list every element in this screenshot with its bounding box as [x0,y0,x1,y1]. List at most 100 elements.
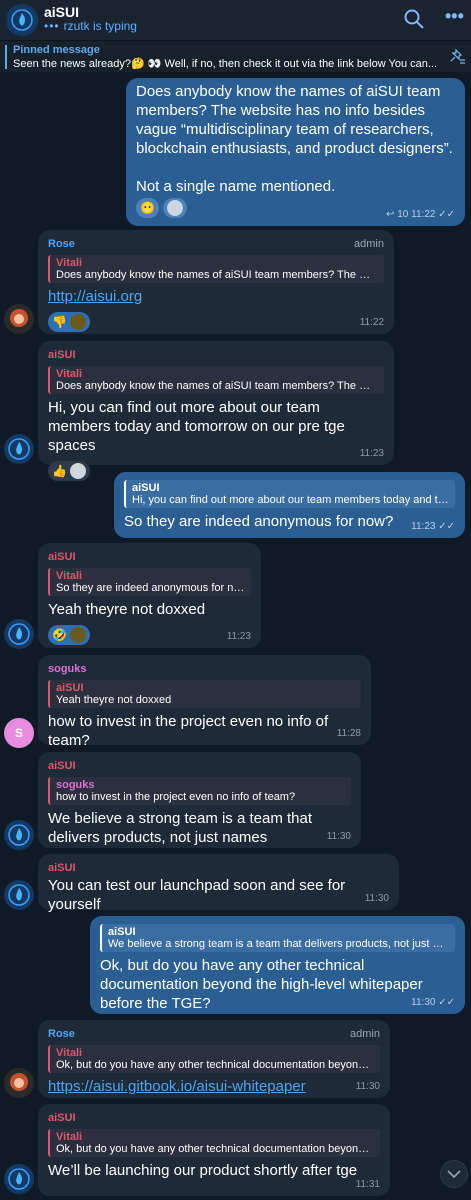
message-text: Hi, you can find out more about our team… [48,399,345,454]
typing-dots-icon: ••• [44,19,60,33]
reply-quote[interactable]: aiSUI We believe a strong team is a team… [100,924,455,952]
pinned-text: Seen the news already?🤔 👀 Well, if no, t… [13,58,438,70]
message-bubble-incoming[interactable]: aiSUI Vitali So they are indeed anonymou… [38,543,261,648]
sender-name[interactable]: aiSUI [48,349,384,361]
reply-text: Yeah theyre not doxxed [56,694,172,706]
message-meta: ↩ 10 11:22 ✓✓ [386,209,455,220]
message-link[interactable]: https://aisui.gitbook.io/aisui-whitepape… [48,1077,380,1096]
reply-author: aiSUI [132,482,160,494]
pinned-list-icon[interactable] [450,49,466,65]
scroll-to-bottom-button[interactable] [440,1160,468,1188]
message-bubble-incoming[interactable]: aiSUI soguks how to invest in the projec… [38,752,361,848]
avatar[interactable] [4,434,34,464]
rose-avatar-icon [10,309,28,327]
flame-logo-icon [8,623,30,645]
avatar[interactable] [4,1164,34,1194]
flame-logo-icon [8,1168,30,1190]
message-bubble-incoming[interactable]: aiSUI Vitali Does anybody know the names… [38,341,394,481]
read-checkmarks-icon: ✓✓ [438,521,455,532]
reaction-chip[interactable]: 😶 [136,198,159,218]
reply-quote[interactable]: Vitali Ok, but do you have any other tec… [48,1045,380,1073]
chevron-down-icon [447,1170,461,1179]
reply-text: Does anybody know the names of aiSUI tea… [56,269,378,281]
reply-author: soguks [56,779,95,791]
pinned-label: Pinned message [13,44,100,56]
reaction-chip[interactable]: 👍 [48,461,90,481]
reply-author: aiSUI [108,926,136,938]
read-checkmarks-icon: ✓✓ [438,209,455,220]
message-bubble-incoming[interactable]: Rose admin Vitali Does anybody know the … [38,230,394,334]
reply-author: Vitali [56,1047,83,1059]
reply-author: Vitali [56,570,83,582]
pinned-indicator [5,45,7,69]
message-bubble-outgoing[interactable]: Does anybody know the names of aiSUI tea… [126,78,465,226]
flame-logo-icon [8,884,30,906]
chat-title[interactable]: aiSUI [44,4,79,20]
reaction-chip[interactable] [162,198,187,218]
reaction-chip[interactable]: 🤣 [48,625,90,645]
message-meta: 11:23 ✓✓ [411,521,455,532]
reply-forward-icon: ↩ [386,209,395,220]
reply-quote[interactable]: soguks how to invest in the project even… [48,777,351,805]
reaction-chip[interactable]: 👎 [48,312,90,332]
message-text: Yeah theyre not doxxed [48,601,206,618]
reactor-avatar [69,627,86,643]
sender-name[interactable]: Rose [48,1028,380,1040]
reactions: 👎 [48,312,384,332]
message-bubble-incoming[interactable]: soguks aiSUI Yeah theyre not doxxed how … [38,655,371,749]
sender-name[interactable]: aiSUI [48,760,351,772]
avatar[interactable]: S [4,718,34,748]
message-time: 11:22 [359,317,384,328]
avatar[interactable] [4,820,34,850]
reply-author: Vitali [56,368,83,380]
reply-quote[interactable]: aiSUI Yeah theyre not doxxed [48,680,361,708]
reply-text: Does anybody know the names of aiSUI tea… [56,380,378,392]
sender-name[interactable]: soguks [48,663,361,675]
reply-author: aiSUI [56,682,84,694]
sender-name[interactable]: aiSUI [48,862,389,874]
message-link[interactable]: http://aisui.org [48,287,384,306]
message-bubble-incoming[interactable]: aiSUI Vitali Ok, but do you have any oth… [38,1104,390,1196]
message-text: So they are indeed anonymous for now? [124,513,394,530]
avatar[interactable] [4,619,34,649]
typing-status: ••• rzutk is typing [44,19,137,33]
avatar[interactable] [4,880,34,910]
message-text: Ok, but do you have any other technical … [100,957,423,1012]
message-text: You can test our launchpad soon and see … [48,877,346,913]
sender-name[interactable]: aiSUI [48,551,251,563]
flame-logo-icon [8,824,30,846]
admin-badge: admin [350,1028,380,1040]
reply-text: Hi, you can find out more about our team… [132,494,449,506]
reply-text: So they are indeed anonymous for now? [56,582,245,594]
reply-quote[interactable]: Vitali Does anybody know the names of ai… [48,366,384,394]
message-bubble-outgoing[interactable]: aiSUI Hi, you can find out more about ou… [114,472,465,538]
message-text: We believe a strong team is a team that … [48,810,313,846]
reply-quote[interactable]: Vitali Ok, but do you have any other tec… [48,1129,380,1157]
flame-logo-icon [11,9,33,31]
avatar[interactable] [4,304,34,334]
reply-text: Ok, but do you have any other technical … [56,1059,374,1071]
reply-author: Vitali [56,257,83,269]
reply-quote[interactable]: Vitali So they are indeed anonymous for … [48,568,251,596]
message-bubble-incoming[interactable]: Rose admin Vitali Ok, but do you have an… [38,1020,390,1098]
message-time: 11:23 [226,631,251,642]
message-text: We’ll be launching our product shortly a… [48,1162,358,1179]
message-meta: 11:30 ✓✓ [411,997,455,1008]
reactions: 🤣 [48,625,251,645]
search-icon[interactable] [403,8,425,30]
message-time: 11:30 [364,893,389,904]
sender-name[interactable]: aiSUI [48,1112,380,1124]
sender-name[interactable]: Rose [48,238,384,250]
message-time: 11:31 [355,1179,380,1190]
rose-avatar-icon [10,1073,28,1091]
reply-quote[interactable]: aiSUI Hi, you can find out more about ou… [124,480,455,508]
reply-text: Ok, but do you have any other technical … [56,1143,374,1155]
reply-quote[interactable]: Vitali Does anybody know the names of ai… [48,255,384,283]
message-bubble-incoming[interactable]: aiSUI You can test our launchpad soon an… [38,854,399,913]
avatar[interactable] [4,1068,34,1098]
message-time: 11:28 [336,728,361,739]
message-bubble-outgoing[interactable]: aiSUI We believe a strong team is a team… [90,916,465,1014]
more-options-icon[interactable]: ••• [445,6,464,27]
chat-avatar[interactable] [6,4,38,36]
pinned-message-bar[interactable]: Pinned message Seen the news already?🤔 👀… [0,40,471,72]
